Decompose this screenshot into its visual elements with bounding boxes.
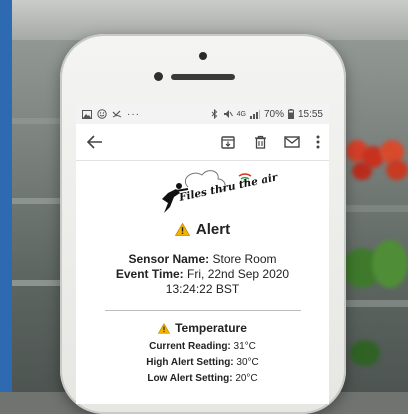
logo-text: Files thru the air [177,171,280,204]
reading-label: Current Reading: [149,341,231,352]
status-left: ··· [82,109,140,120]
shelf-left [12,280,62,286]
shelf-right [342,205,408,212]
reading-row: High Alert Setting: 30°C [76,355,329,371]
gallery-icon [82,109,92,119]
shelf-left [12,118,62,124]
more-vert-icon[interactable] [315,133,321,151]
temperature-title: Temperature [175,321,247,335]
event-value: Fri, 22nd Sep 2020 [187,267,290,281]
sensor-row: Sensor Name: Store Room [76,252,329,267]
event-row: Event Time: Fri, 22nd Sep 2020 [76,267,329,282]
event-info: Sensor Name: Store Room Event Time: Fri,… [76,252,329,297]
earpiece-speaker [171,74,235,80]
reading-value: 20°C [235,373,258,384]
shelf-right [342,300,408,307]
battery-percent: 70% [263,108,284,120]
mail-icon[interactable] [283,133,301,151]
warning-icon [158,322,171,334]
greens-blur [350,340,380,366]
temperature-readings: Current Reading: 31°C High Alert Setting… [76,339,329,387]
sensor-label: Sensor Name: [128,252,210,266]
bluetooth-icon [211,109,219,119]
back-arrow-icon[interactable] [86,133,104,151]
delete-icon[interactable] [251,133,269,151]
greens-blur [372,240,408,288]
sensor-value: Store Room [212,252,277,266]
front-camera [154,72,163,81]
missed-call-icon [112,109,122,119]
event-label: Event Time: [115,267,184,281]
blue-edge-strip [0,0,12,392]
tomato-blur [386,160,408,180]
status-right: 4G 70% 15:55 [211,109,323,120]
signal-icon [249,109,260,119]
reading-label: High Alert Setting: [146,357,234,368]
reading-row: Current Reading: 31°C [76,339,329,355]
email-toolbar [76,124,329,161]
reading-value: 31°C [233,341,256,352]
alert-title: Alert [195,221,231,238]
mute-icon [223,109,233,119]
archive-icon[interactable] [219,133,237,151]
emoji-icon [97,109,107,119]
battery-icon [287,109,294,119]
phone-sensor [199,52,207,60]
toolbar-actions [219,133,321,151]
reading-value: 30°C [236,357,259,368]
network-type: 4G [236,110,246,118]
status-bar: ··· 4G 70% 15:55 [76,104,329,124]
section-divider [104,310,301,311]
email-body: Files thru the air Alert Sensor Name: St… [76,167,329,387]
reading-row: Low Alert Setting: 20°C [76,371,329,387]
event-time: 13:24:22 BST [165,282,240,296]
reading-label: Low Alert Setting: [147,373,233,384]
phone-screen: ··· 4G 70% 15:55 Files thru the air Aler… [76,104,329,404]
warning-icon [174,223,190,237]
clock: 15:55 [297,108,323,120]
temperature-heading: Temperature [76,321,329,335]
tomato-blur [352,162,372,180]
more-dots-icon: ··· [127,108,140,120]
company-logo: Files thru the air [76,167,329,219]
alert-heading: Alert [76,221,329,238]
shelf-left [12,198,62,204]
